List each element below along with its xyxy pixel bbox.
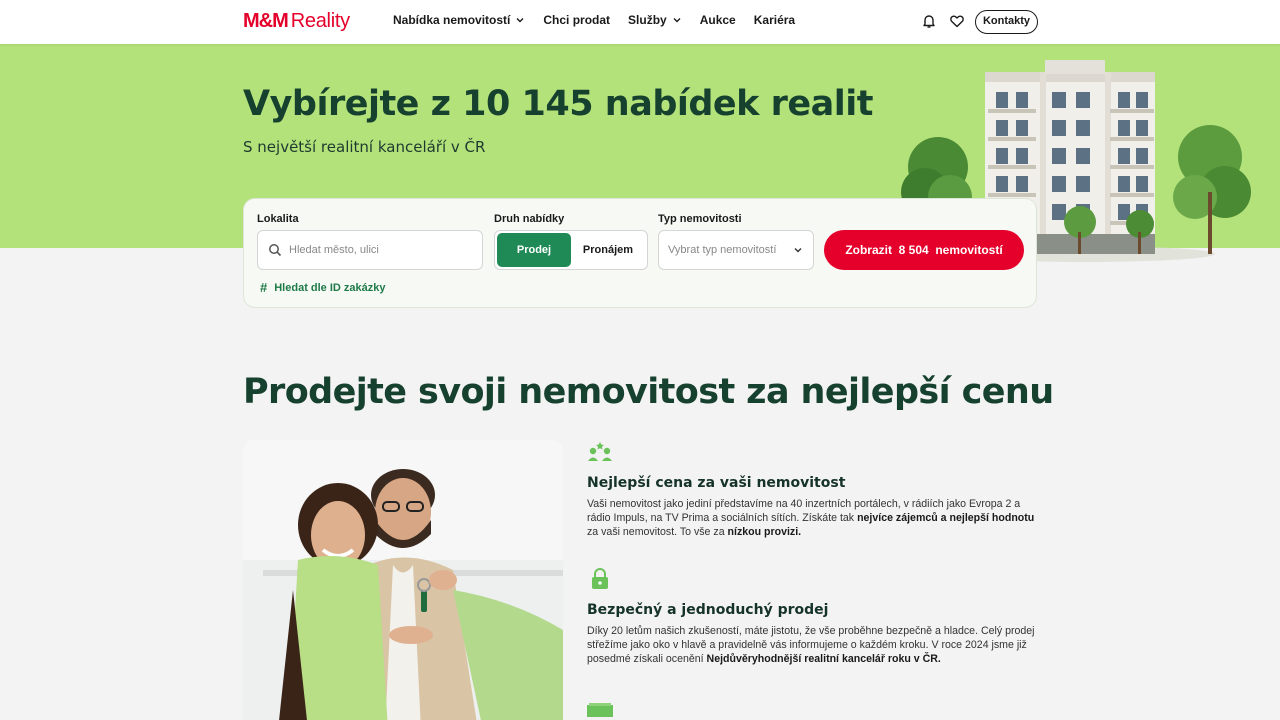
nav-item-label: Aukce: [699, 13, 736, 27]
location-input[interactable]: [289, 244, 469, 256]
feature-highlight: Nejdůvěryhodnější realitní kancelář roku…: [706, 653, 941, 665]
offer-type-label: Druh nabídky: [494, 213, 565, 225]
header-icons: [921, 13, 965, 29]
lock-icon: [592, 568, 608, 589]
contacts-button[interactable]: Kontakty: [975, 10, 1038, 34]
main-nav: Nabídka nemovitostí Chci prodat Služby A…: [393, 13, 813, 27]
feature-title: Bezpečný a jednoduchý prodej: [587, 602, 829, 618]
feature-title: Nejlepší cena za vaši nemovitost: [587, 475, 846, 491]
nav-item-chci-prodat[interactable]: Chci prodat: [543, 13, 610, 27]
hash-icon: #: [260, 280, 268, 295]
nav-item-kariera[interactable]: Kariéra: [754, 13, 795, 27]
logo-reality: Reality: [290, 10, 350, 32]
feature-description: Vaši nemovitost jako jediní představíme …: [587, 497, 1039, 539]
bell-icon[interactable]: [921, 13, 937, 29]
feature-text: za vaši nemovitost. To vše za: [587, 526, 728, 538]
feature-safe-sale: Bezpečný a jednoduchý prodej Díky 20 let…: [587, 568, 1039, 666]
location-field[interactable]: [257, 230, 483, 270]
location-label: Lokalita: [257, 213, 299, 225]
next-feature-icon: [587, 702, 613, 717]
chevron-down-icon: [794, 248, 802, 253]
nav-item-label: Nabídka nemovitostí: [393, 13, 511, 27]
property-type-select[interactable]: Vybrat typ nemovitostí: [658, 230, 814, 270]
section-title: Prodejte svoji nemovitost za nejlepší ce…: [243, 372, 1054, 412]
search-by-id-label: Hledat dle ID zakázky: [274, 281, 386, 294]
couple-with-keys-photo: [243, 440, 563, 720]
people-icon: [588, 442, 612, 461]
nav-item-label: Chci prodat: [543, 13, 611, 27]
feature-highlight: nejvíce zájemců a nejlepší hodnotu: [857, 512, 1035, 524]
hero-title: Vybírejte z 10 145 nabídek realit: [243, 84, 873, 124]
search-icon: [269, 244, 282, 257]
search-panel: Lokalita Druh nabídky Prodej Pronájem Ty…: [243, 198, 1037, 308]
nav-item-nabidka[interactable]: Nabídka nemovitostí: [393, 13, 525, 27]
feature-best-price: Nejlepší cena za vaši nemovitost Vaši ne…: [587, 441, 1039, 539]
logo[interactable]: M&M Reality: [243, 10, 350, 33]
feature-highlight: nízkou provizi.: [727, 526, 802, 538]
hero-subtitle: S největší realitní kanceláří v ČR: [243, 138, 486, 156]
offer-option-pronajem[interactable]: Pronájem: [571, 233, 645, 267]
offer-option-prodej[interactable]: Prodej: [497, 233, 571, 267]
nav-item-sluzby[interactable]: Služby: [628, 13, 682, 27]
nav-item-label: Služby: [628, 13, 667, 27]
property-type-label: Typ nemovitosti: [658, 213, 742, 225]
show-results-button[interactable]: Zobrazit 8 504 nemovitostí: [824, 230, 1024, 270]
nav-item-aukce[interactable]: Aukce: [700, 13, 736, 27]
heart-icon[interactable]: [949, 13, 965, 29]
nav-item-label: Kariéra: [753, 13, 796, 27]
property-type-placeholder: Vybrat typ nemovitostí: [668, 244, 777, 256]
logo-mm: M&M: [243, 10, 289, 32]
search-by-id-link[interactable]: # Hledat dle ID zakázky: [260, 280, 386, 295]
site-header: M&M Reality Nabídka nemovitostí Chci pro…: [0, 0, 1280, 44]
chevron-down-icon: [516, 18, 524, 23]
feature-description: Díky 20 letům našich zkušeností, máte ji…: [587, 624, 1039, 666]
offer-type-toggle: Prodej Pronájem: [494, 230, 648, 270]
chevron-down-icon: [673, 18, 681, 23]
